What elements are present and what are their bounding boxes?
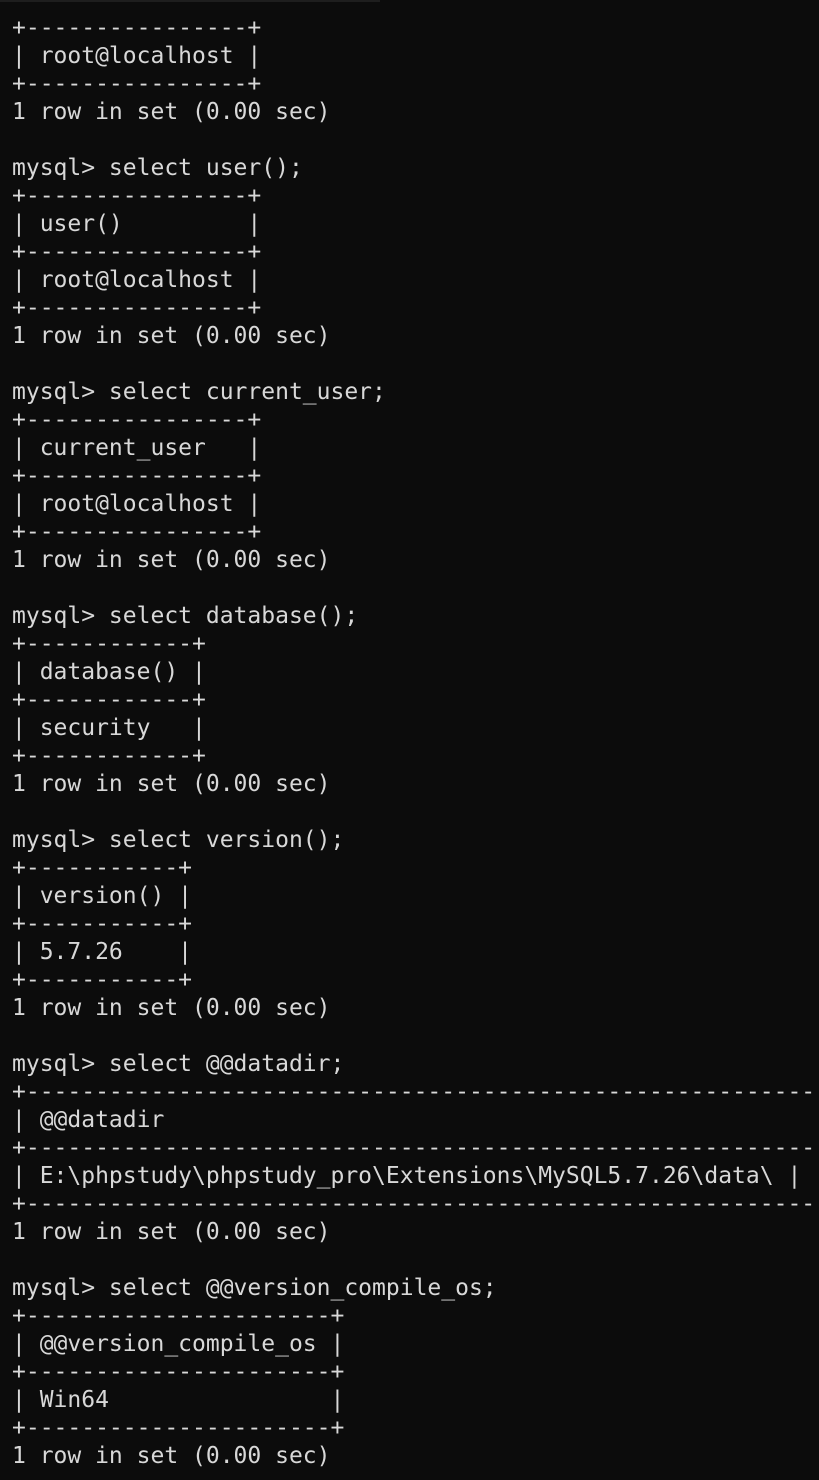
table-row: | Win64 | — [12, 1387, 345, 1413]
result-summary: 1 row in set (0.00 sec) — [12, 323, 331, 349]
table-border: +----------------+ — [12, 463, 262, 489]
command-line: mysql> select current_user; — [12, 379, 386, 405]
table-border: +-----------+ — [12, 967, 193, 993]
command-line: mysql> select @@datadir; — [12, 1051, 345, 1077]
table-row: | database() | — [12, 659, 206, 685]
table-border: +----------------+ — [12, 183, 262, 209]
command-line: mysql> select version(); — [12, 827, 345, 853]
table-row: | security | — [12, 715, 206, 741]
command-line: mysql> select user(); — [12, 155, 303, 181]
table-border: +------------+ — [12, 743, 206, 769]
table-row: | root@localhost | — [12, 267, 262, 293]
table-row: | @@version_compile_os | — [12, 1331, 345, 1357]
command-line: mysql> select @@version_compile_os; — [12, 1275, 497, 1301]
terminal-output[interactable]: +----------------+ | root@localhost | +---… — [12, 14, 819, 1470]
table-border: +-----------+ — [12, 855, 193, 881]
table-border: +----------------+ — [12, 407, 262, 433]
table-border: +----------------------+ — [12, 1303, 345, 1329]
table-border: +---------------------------------------… — [12, 1191, 819, 1217]
table-border: +----------------------+ — [12, 1415, 345, 1441]
table-border: +----------------------+ — [12, 1359, 345, 1385]
table-row: | @@datadir | — [12, 1107, 819, 1133]
result-summary: 1 row in set (0.00 sec) — [12, 771, 331, 797]
result-summary: 1 row in set (0.00 sec) — [12, 1219, 331, 1245]
table-border: +----------------+ — [12, 71, 262, 97]
result-summary: 1 row in set (0.00 sec) — [12, 547, 331, 573]
table-border: +----------------+ — [12, 15, 262, 41]
table-row: | current_user | — [12, 435, 262, 461]
table-row: | E:\phpstudy\phpstudy_pro\Extensions\My… — [12, 1163, 802, 1189]
table-border: +----------------+ — [12, 295, 262, 321]
table-row: | root@localhost | — [12, 491, 262, 517]
window-top-edge — [0, 0, 380, 2]
table-row: | user() | — [12, 211, 262, 237]
result-summary: 1 row in set (0.00 sec) — [12, 1443, 331, 1469]
table-border: +---------------------------------------… — [12, 1079, 819, 1105]
command-line: mysql> select database(); — [12, 603, 359, 629]
table-border: +-----------+ — [12, 911, 193, 937]
table-border: +----------------+ — [12, 519, 262, 545]
result-summary: 1 row in set (0.00 sec) — [12, 995, 331, 1021]
result-summary: 1 row in set (0.00 sec) — [12, 99, 331, 125]
table-row: | version() | — [12, 883, 193, 909]
table-border: +------------+ — [12, 631, 206, 657]
table-border: +----------------+ — [12, 239, 262, 265]
table-border: +---------------------------------------… — [12, 1135, 819, 1161]
table-border: +------------+ — [12, 687, 206, 713]
table-row: | root@localhost | — [12, 43, 262, 69]
table-row: | 5.7.26 | — [12, 939, 193, 965]
